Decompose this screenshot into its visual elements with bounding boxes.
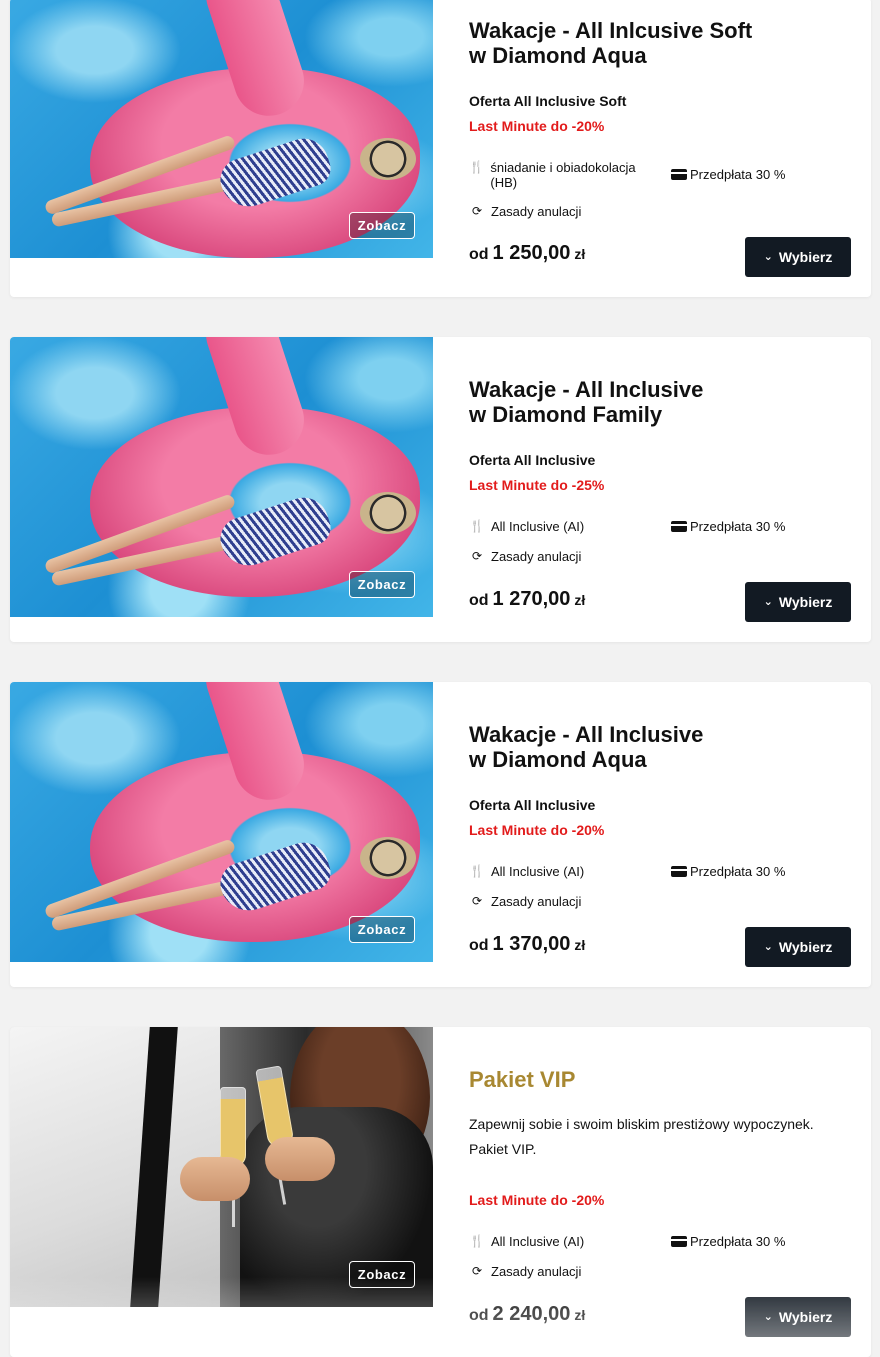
- cutlery-icon: 🍴: [469, 1234, 485, 1248]
- select-label: Wybierz: [778, 939, 833, 955]
- offer-description: Zapewnij sobie i swoim bliskim prestiżow…: [469, 1116, 814, 1157]
- price-prefix: od: [469, 592, 489, 609]
- select-label: Wybierz: [778, 249, 833, 265]
- chevron-down-icon: ⌄: [763, 250, 773, 263]
- credit-card-icon: [670, 519, 687, 536]
- offer-type-label: Oferta All Inclusive: [469, 797, 596, 813]
- chevron-down-icon: ⌄: [763, 1310, 773, 1323]
- offer-details: Wakacje - All Inclusive w Diamond Aqua O…: [469, 682, 859, 987]
- board-info: 🍴 śniadanie i obiadokolacja (HB): [469, 160, 659, 190]
- select-label: Wybierz: [778, 594, 833, 610]
- offer-type-label: Oferta All Inclusive Soft: [469, 93, 627, 109]
- payment-label: Przedpłata 30 %: [690, 1234, 786, 1249]
- price-currency: zł: [574, 1307, 586, 1323]
- champagne-glass-image: [220, 1087, 246, 1167]
- board-info: 🍴 All Inclusive (AI): [469, 864, 659, 879]
- price-amount: 1 250,00: [492, 242, 571, 264]
- board-label: All Inclusive (AI): [491, 519, 585, 534]
- person-image: [40, 762, 420, 932]
- price: od 1 370,00 zł: [469, 933, 585, 956]
- price-prefix: od: [469, 246, 489, 263]
- payment-info: Przedpłata 30 %: [670, 519, 785, 536]
- hand-image: [265, 1137, 335, 1181]
- offer-photo[interactable]: Zobacz: [10, 1027, 433, 1307]
- offer-photo[interactable]: Zobacz: [10, 682, 433, 962]
- cancellation-label[interactable]: Zasady anulacji: [491, 894, 581, 909]
- select-offer-button[interactable]: ⌄ Wybierz: [745, 927, 851, 967]
- price: od 1 270,00 zł: [469, 588, 585, 611]
- price-currency: zł: [574, 246, 586, 262]
- refresh-icon: ⟳: [471, 894, 483, 908]
- offer-card: Zobacz Wakacje - All Inclusive w Diamond…: [10, 337, 871, 642]
- credit-card-icon: [670, 864, 687, 881]
- offer-details: Wakacje - All Inlcusive Soft w Diamond A…: [469, 0, 859, 297]
- select-offer-button[interactable]: ⌄ Wybierz: [745, 582, 851, 622]
- payment-info: Przedpłata 30 %: [670, 167, 785, 184]
- select-offer-button[interactable]: ⌄ Wybierz: [745, 237, 851, 277]
- last-minute-badge: Last Minute do -25%: [469, 477, 605, 493]
- cancellation-label[interactable]: Zasady anulacji: [491, 204, 581, 219]
- payment-label: Przedpłata 30 %: [690, 167, 786, 182]
- cancellation-label[interactable]: Zasady anulacji: [491, 1264, 581, 1279]
- price-amount: 1 270,00: [492, 588, 571, 610]
- offer-details: Pakiet VIP Zapewnij sobie i swoim bliski…: [469, 1027, 859, 1357]
- view-photos-button[interactable]: Zobacz: [349, 1261, 415, 1288]
- cancellation-policy-link[interactable]: ⟳ Zasady anulacji: [469, 1264, 581, 1279]
- offer-photo[interactable]: Zobacz: [10, 337, 433, 617]
- price: od 2 240,00 zł: [469, 1303, 585, 1326]
- board-label: All Inclusive (AI): [491, 864, 585, 879]
- offer-title[interactable]: Pakiet VIP: [469, 1067, 799, 1092]
- offer-card: Zobacz Wakacje - All Inclusive w Diamond…: [10, 682, 871, 987]
- price-amount: 1 370,00: [492, 933, 571, 955]
- credit-card-icon: [670, 1234, 687, 1251]
- view-photos-button[interactable]: Zobacz: [349, 916, 415, 943]
- payment-label: Przedpłata 30 %: [690, 864, 786, 879]
- refresh-icon: ⟳: [471, 204, 483, 218]
- offer-title[interactable]: Wakacje - All Inclusive w Diamond Aqua: [469, 722, 799, 772]
- board-info: 🍴 All Inclusive (AI): [469, 519, 659, 534]
- view-photos-button[interactable]: Zobacz: [349, 571, 415, 598]
- price-prefix: od: [469, 937, 489, 954]
- offer-title[interactable]: Wakacje - All Inlcusive Soft w Diamond A…: [469, 18, 799, 68]
- refresh-icon: ⟳: [471, 549, 483, 563]
- person-image: [40, 417, 420, 587]
- last-minute-badge: Last Minute do -20%: [469, 1192, 605, 1208]
- cutlery-icon: 🍴: [469, 160, 485, 174]
- select-offer-button[interactable]: ⌄ Wybierz: [745, 1297, 851, 1337]
- board-info: 🍴 All Inclusive (AI): [469, 1234, 659, 1249]
- price-currency: zł: [574, 937, 586, 953]
- offer-title[interactable]: Wakacje - All Inclusive w Diamond Family: [469, 377, 799, 427]
- price: od 1 250,00 zł: [469, 242, 585, 265]
- price-currency: zł: [574, 592, 586, 608]
- payment-info: Przedpłata 30 %: [670, 1234, 785, 1251]
- chevron-down-icon: ⌄: [763, 595, 773, 608]
- cancellation-policy-link[interactable]: ⟳ Zasady anulacji: [469, 204, 581, 219]
- board-label: All Inclusive (AI): [491, 1234, 585, 1249]
- offer-type-label: Oferta All Inclusive: [469, 452, 596, 468]
- last-minute-badge: Last Minute do -20%: [469, 822, 605, 838]
- board-label: śniadanie i obiadokolacja (HB): [490, 160, 636, 190]
- cancellation-label[interactable]: Zasady anulacji: [491, 549, 581, 564]
- offer-card: Zobacz Wakacje - All Inlcusive Soft w Di…: [10, 0, 871, 297]
- cancellation-policy-link[interactable]: ⟳ Zasady anulacji: [469, 549, 581, 564]
- cutlery-icon: 🍴: [469, 864, 485, 878]
- payment-info: Przedpłata 30 %: [670, 864, 785, 881]
- select-label: Wybierz: [778, 1309, 833, 1325]
- view-photos-button[interactable]: Zobacz: [349, 212, 415, 239]
- credit-card-icon: [670, 167, 687, 184]
- chevron-down-icon: ⌄: [763, 940, 773, 953]
- offer-details: Wakacje - All Inclusive w Diamond Family…: [469, 337, 859, 642]
- last-minute-badge: Last Minute do -20%: [469, 118, 605, 134]
- person-image: [40, 78, 420, 228]
- offer-card-vip: Zobacz Pakiet VIP Zapewnij sobie i swoim…: [10, 1027, 871, 1357]
- hand-image: [180, 1157, 250, 1201]
- cancellation-policy-link[interactable]: ⟳ Zasady anulacji: [469, 894, 581, 909]
- price-prefix: od: [469, 1307, 489, 1324]
- refresh-icon: ⟳: [471, 1264, 483, 1278]
- offer-photo[interactable]: Zobacz: [10, 0, 433, 258]
- price-amount: 2 240,00: [492, 1303, 571, 1325]
- payment-label: Przedpłata 30 %: [690, 519, 786, 534]
- cutlery-icon: 🍴: [469, 519, 485, 533]
